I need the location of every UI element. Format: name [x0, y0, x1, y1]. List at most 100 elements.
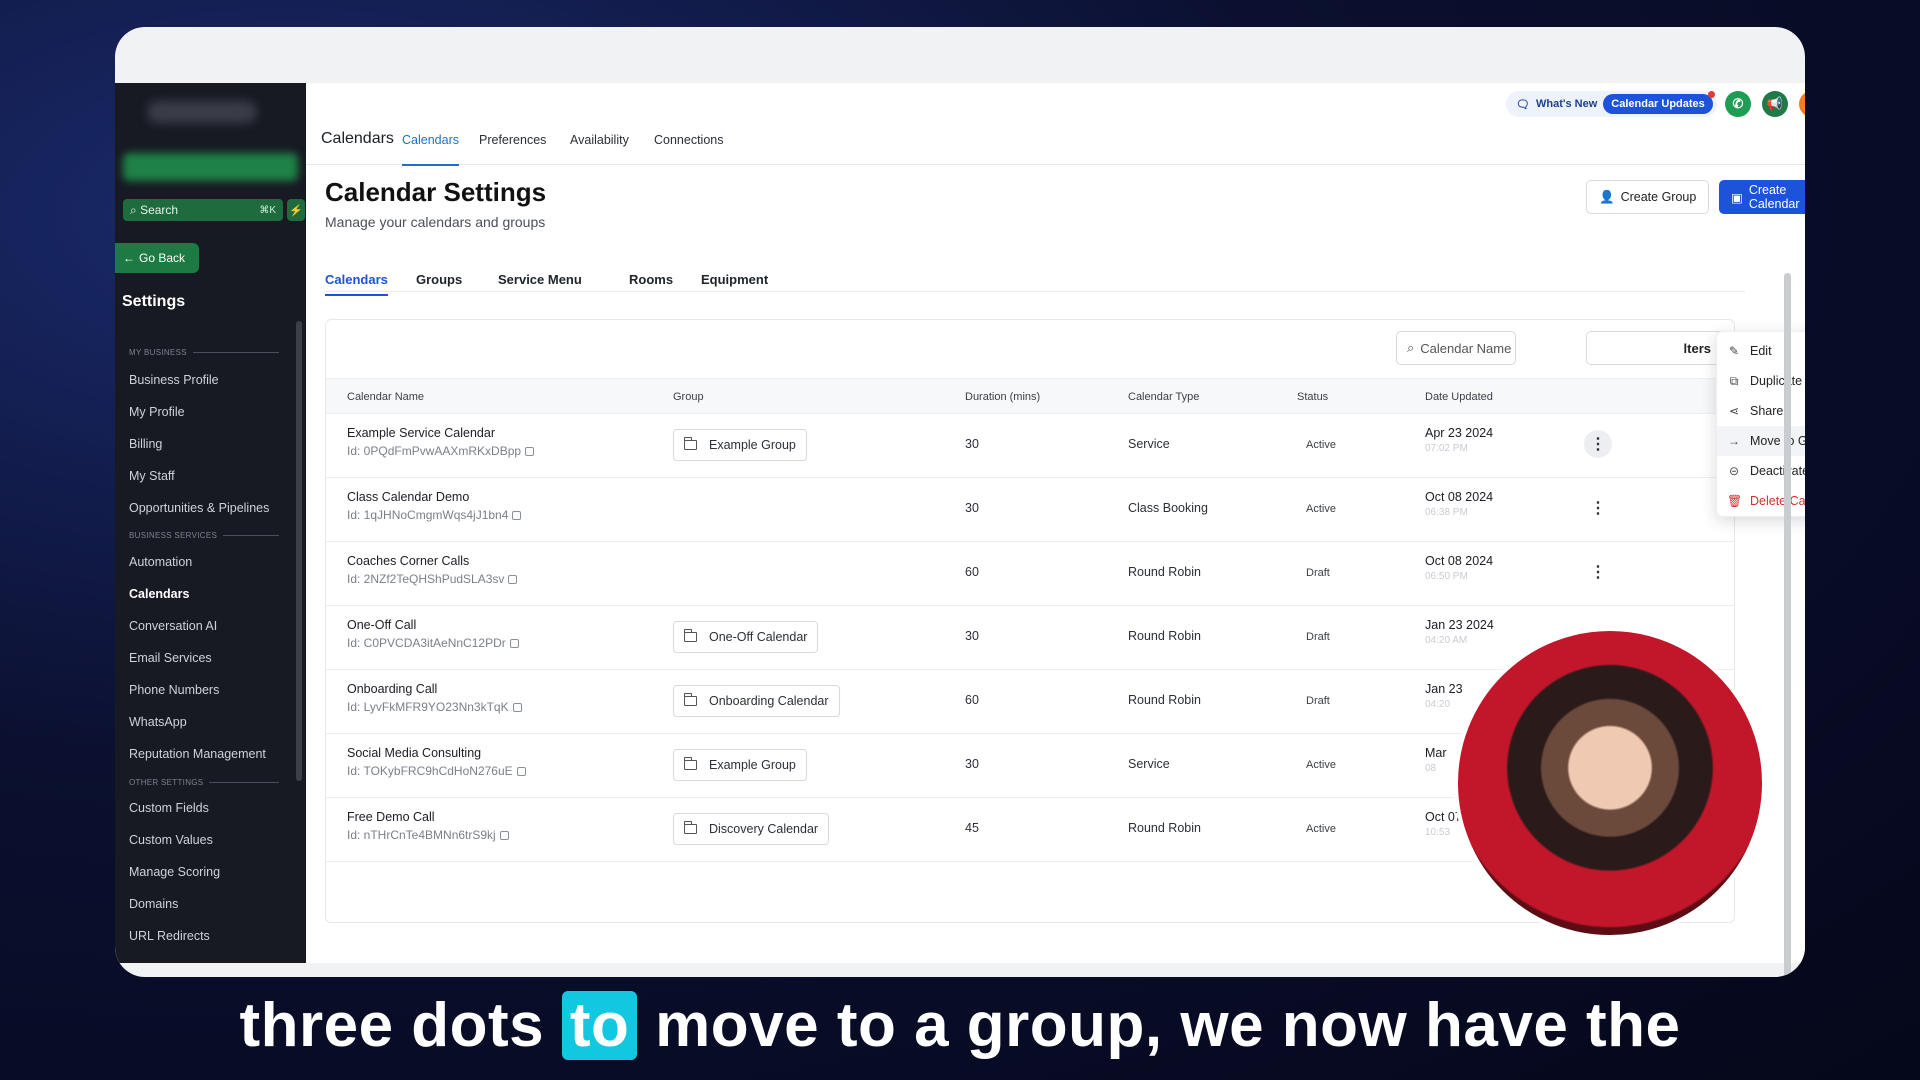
menu-item-deactivate[interactable]: ⊝ Deactivate Calendar	[1717, 456, 1805, 486]
tab-calendars[interactable]: Calendars	[402, 133, 459, 166]
section-label: MY BUSINESS	[129, 348, 187, 357]
phone-icon[interactable]: ✆	[1725, 91, 1751, 117]
menu-item-duplicate[interactable]: ⧉ Duplicate	[1717, 366, 1805, 396]
copy-icon[interactable]	[512, 702, 522, 712]
sidebar-item-custom-values[interactable]: Custom Values	[129, 833, 213, 847]
pencil-icon: ✎	[1728, 344, 1740, 358]
calendar-name[interactable]: Class Calendar Demo	[347, 490, 469, 504]
sidebar-item-phone-numbers[interactable]: Phone Numbers	[129, 683, 219, 697]
subtab-equipment[interactable]: Equipment	[701, 272, 768, 287]
sidebar-search[interactable]: ⌕ Search ⌘K	[123, 199, 283, 221]
group-chip[interactable]: One-Off Calendar	[673, 621, 819, 653]
subtab-calendars[interactable]: Calendars	[325, 272, 388, 296]
menu-item-share[interactable]: ⋖ Share	[1717, 396, 1805, 426]
more-actions-icon[interactable]: ⋮	[1584, 558, 1612, 586]
col-calendar-name[interactable]: Calendar Name	[347, 391, 424, 403]
sidebar-item-reputation[interactable]: Reputation Management	[129, 747, 266, 761]
calendar-updates-pill[interactable]: Calendar Updates	[1603, 91, 1715, 114]
date-updated: Jan 23	[1425, 682, 1463, 696]
sidebar-item-my-staff[interactable]: My Staff	[129, 469, 175, 483]
sidebar-item-my-profile[interactable]: My Profile	[129, 405, 185, 419]
sidebar-item-conversation-ai[interactable]: Conversation AI	[129, 619, 217, 633]
calendar-name[interactable]: Onboarding Call	[347, 682, 437, 696]
sidebar-item-custom-fields[interactable]: Custom Fields	[129, 801, 209, 815]
table-row[interactable]: Example Service Calendar Id: 0PQdFmPvwAAX…	[326, 414, 1734, 478]
calendar-name[interactable]: One-Off Call	[347, 618, 416, 632]
share-icon: ⋖	[1728, 404, 1740, 418]
search-icon: ⌕	[130, 202, 141, 217]
calendar-search-input[interactable]: ⌕ Calendar Name	[1396, 331, 1516, 365]
bolt-icon[interactable]: ⚡	[287, 199, 305, 221]
subtab-groups[interactable]: Groups	[416, 272, 462, 287]
announcement-icon[interactable]: 📢	[1762, 91, 1788, 117]
menu-item-move-to-group[interactable]: → Move to Group	[1717, 426, 1805, 456]
main-scrollbar[interactable]	[1784, 273, 1791, 977]
sidebar-item-business-profile[interactable]: Business Profile	[129, 373, 219, 387]
sidebar-item-url-redirects[interactable]: URL Redirects	[129, 929, 210, 943]
tab-availability[interactable]: Availability	[570, 133, 629, 147]
video-caption: three dots to move to a group, we now ha…	[0, 990, 1920, 1061]
account-switcher[interactable]	[123, 153, 298, 181]
copy-icon[interactable]	[512, 510, 522, 520]
sidebar-item-whatsapp[interactable]: WhatsApp	[129, 715, 187, 729]
sidebar-item-domains[interactable]: Domains	[129, 897, 178, 911]
table-header: Calendar Name Group Duration (mins) Cale…	[326, 378, 1734, 414]
time-updated: 04:20 AM	[1425, 635, 1468, 646]
col-duration[interactable]: Duration (mins)	[965, 391, 1040, 403]
more-actions-icon[interactable]: ⋮	[1584, 494, 1612, 522]
tab-connections[interactable]: Connections	[654, 133, 724, 147]
calendar-name[interactable]: Social Media Consulting	[347, 746, 481, 760]
sidebar-item-opportunities[interactable]: Opportunities & Pipelines	[129, 501, 269, 515]
menu-label: Edit	[1750, 344, 1772, 358]
col-date-updated[interactable]: Date Updated	[1425, 391, 1493, 403]
copy-icon[interactable]	[509, 638, 519, 648]
group-chip[interactable]: Onboarding Calendar	[673, 685, 840, 717]
top-bar: Calendars Calendars Preferences Availabi…	[306, 83, 1805, 166]
group-chip[interactable]: Example Group	[673, 429, 807, 461]
page-title: Calendar Settings	[325, 177, 547, 207]
copy-icon[interactable]	[516, 766, 526, 776]
calendar-id: Id: 0PQdFmPvwAAXmRKxDBpp	[347, 444, 535, 458]
calendar-id: Id: nTHrCnTe4BMNn6trS9kj	[347, 828, 509, 842]
col-calendar-type[interactable]: Calendar Type	[1128, 391, 1199, 403]
sidebar-item-billing[interactable]: Billing	[129, 437, 162, 451]
sidebar-item-manage-scoring[interactable]: Manage Scoring	[129, 865, 220, 879]
subtab-rooms[interactable]: Rooms	[629, 272, 673, 287]
table-row[interactable]: Coaches Corner Calls Id: 2NZf2TeQHShPudSL…	[326, 542, 1734, 606]
sidebar-item-email-services[interactable]: Email Services	[129, 651, 212, 665]
time-updated: 07:02 PM	[1425, 443, 1468, 454]
table-row[interactable]: Class Calendar Demo Id: 1qJHNoCmgmWqs4jJ1…	[326, 478, 1734, 542]
whats-new-widget[interactable]: 🗨 What's New Calendar Updates	[1506, 91, 1717, 117]
col-status[interactable]: Status	[1297, 391, 1328, 403]
go-back-button[interactable]: ← Go Back	[115, 243, 199, 273]
subtab-service-menu[interactable]: Service Menu	[498, 272, 582, 287]
group-chip[interactable]: Discovery Calendar	[673, 813, 830, 845]
create-group-button[interactable]: 👤 Create Group	[1586, 180, 1710, 214]
sidebar: ⌕ Search ⌘K ⚡ ← Go Back Settings MY BUSI…	[115, 83, 306, 963]
filters-button[interactable]: lters	[1586, 331, 1726, 365]
bell-icon[interactable]: 🔔	[1799, 91, 1805, 117]
calendar-id-text: Id: LyvFkMFR9YO23Nn3kTqK	[347, 700, 509, 714]
calendar-type: Round Robin	[1128, 629, 1201, 643]
create-group-label: Create Group	[1620, 190, 1697, 204]
tab-preferences[interactable]: Preferences	[479, 133, 546, 147]
calendar-id: Id: LyvFkMFR9YO23Nn3kTqK	[347, 700, 522, 714]
duplicate-icon: ⧉	[1729, 373, 1739, 388]
calendar-type: Round Robin	[1128, 821, 1201, 835]
menu-item-delete[interactable]: 🗑 Delete Calendar	[1717, 486, 1805, 516]
menu-item-edit[interactable]: ✎ Edit	[1717, 336, 1805, 366]
col-group[interactable]: Group	[673, 391, 704, 403]
copy-icon[interactable]	[508, 574, 518, 584]
sidebar-item-automation[interactable]: Automation	[129, 555, 192, 569]
calendar-name[interactable]: Coaches Corner Calls	[347, 554, 469, 568]
create-calendar-button[interactable]: ▣ Create Calendar	[1719, 180, 1805, 214]
more-actions-icon[interactable]: ⋮	[1584, 430, 1612, 458]
copy-icon[interactable]	[525, 446, 535, 456]
copy-icon[interactable]	[499, 830, 509, 840]
group-chip[interactable]: Example Group	[673, 749, 807, 781]
calendar-name[interactable]: Free Demo Call	[347, 810, 435, 824]
calendar-name[interactable]: Example Service Calendar	[347, 426, 495, 440]
sidebar-scrollbar[interactable]	[296, 321, 302, 781]
sidebar-item-calendars[interactable]: Calendars	[129, 587, 189, 601]
status-badge: Active	[1306, 503, 1336, 515]
